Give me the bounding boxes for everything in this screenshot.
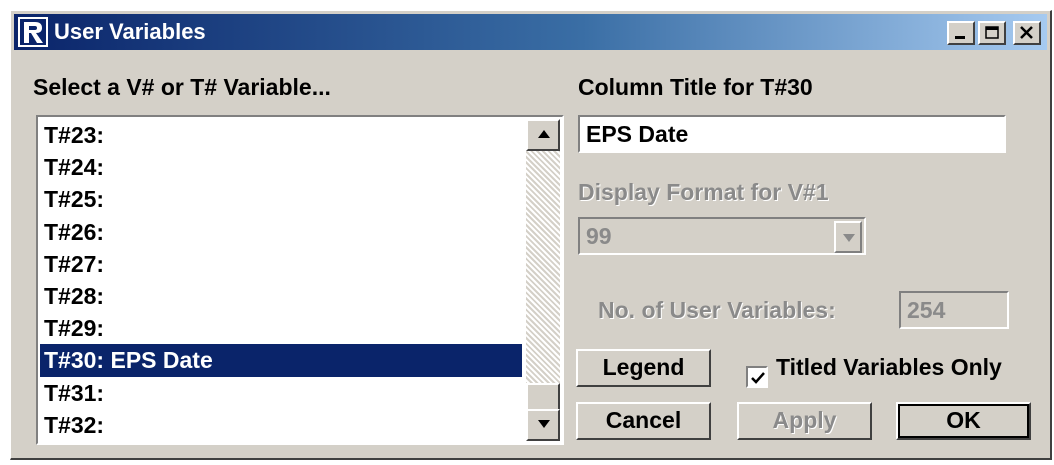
list-item[interactable]: T#26: bbox=[40, 216, 522, 248]
display-format-select[interactable]: 99 bbox=[578, 217, 866, 255]
checkmark-icon bbox=[751, 372, 765, 384]
scroll-up-button[interactable] bbox=[526, 119, 560, 151]
list-item[interactable]: T#28: bbox=[40, 280, 522, 312]
maximize-icon bbox=[985, 26, 999, 39]
legend-button[interactable]: Legend bbox=[576, 349, 711, 387]
user-variable-count-input[interactable]: 254 bbox=[899, 291, 1009, 329]
column-title-label: Column Title for T#30 bbox=[578, 74, 813, 100]
maximize-button[interactable] bbox=[978, 21, 1006, 45]
list-scrollbar[interactable] bbox=[526, 119, 560, 441]
chevron-down-icon bbox=[843, 234, 855, 242]
display-format-value: 99 bbox=[586, 223, 612, 249]
list-item[interactable]: T#27: bbox=[40, 248, 522, 280]
list-item[interactable]: T#25: bbox=[40, 183, 522, 215]
variable-listbox[interactable]: T#23: T#24: T#25: T#26: T#27: T#28: T#29: T#30:… bbox=[36, 115, 564, 445]
ok-button[interactable]: OK bbox=[896, 402, 1031, 440]
titled-variables-label[interactable]: Titled Variables Only bbox=[776, 354, 1002, 381]
column-title-input[interactable]: EPS Date bbox=[578, 115, 1006, 153]
minimize-button[interactable] bbox=[947, 21, 975, 45]
title-bar[interactable]: User Variables bbox=[14, 14, 1047, 50]
list-item[interactable]: T#32: bbox=[40, 409, 522, 441]
list-item[interactable]: T#31: bbox=[40, 377, 522, 409]
user-variable-count-label: No. of User Variables: bbox=[598, 297, 836, 323]
apply-button[interactable]: Apply bbox=[737, 402, 872, 440]
display-format-dropdown-button[interactable] bbox=[834, 221, 862, 253]
close-icon bbox=[1020, 26, 1033, 39]
list-item[interactable]: T#30: EPS Date bbox=[40, 344, 522, 377]
variable-list-items: T#23: T#24: T#25: T#26: T#27: T#28: T#29: T#30:… bbox=[40, 119, 522, 441]
scroll-down-button[interactable] bbox=[526, 409, 560, 441]
scroll-thumb[interactable] bbox=[526, 383, 560, 411]
display-format-label: Display Format for V#1 bbox=[578, 179, 829, 205]
list-item[interactable]: T#24: bbox=[40, 151, 522, 183]
window-title: User Variables bbox=[54, 19, 206, 44]
user-variables-dialog: User Variables Select a V# or T# Variabl… bbox=[10, 10, 1052, 460]
arrow-up-icon bbox=[538, 130, 550, 138]
cancel-button[interactable]: Cancel bbox=[576, 402, 711, 440]
list-item[interactable]: T#29: bbox=[40, 312, 522, 344]
close-button[interactable] bbox=[1013, 21, 1041, 45]
arrow-down-icon bbox=[538, 420, 550, 428]
list-item[interactable]: T#23: bbox=[40, 119, 522, 151]
titled-variables-checkbox[interactable] bbox=[746, 366, 768, 388]
app-r-icon bbox=[18, 17, 48, 47]
variable-list-heading: Select a V# or T# Variable... bbox=[33, 74, 331, 100]
minimize-icon bbox=[955, 36, 965, 39]
